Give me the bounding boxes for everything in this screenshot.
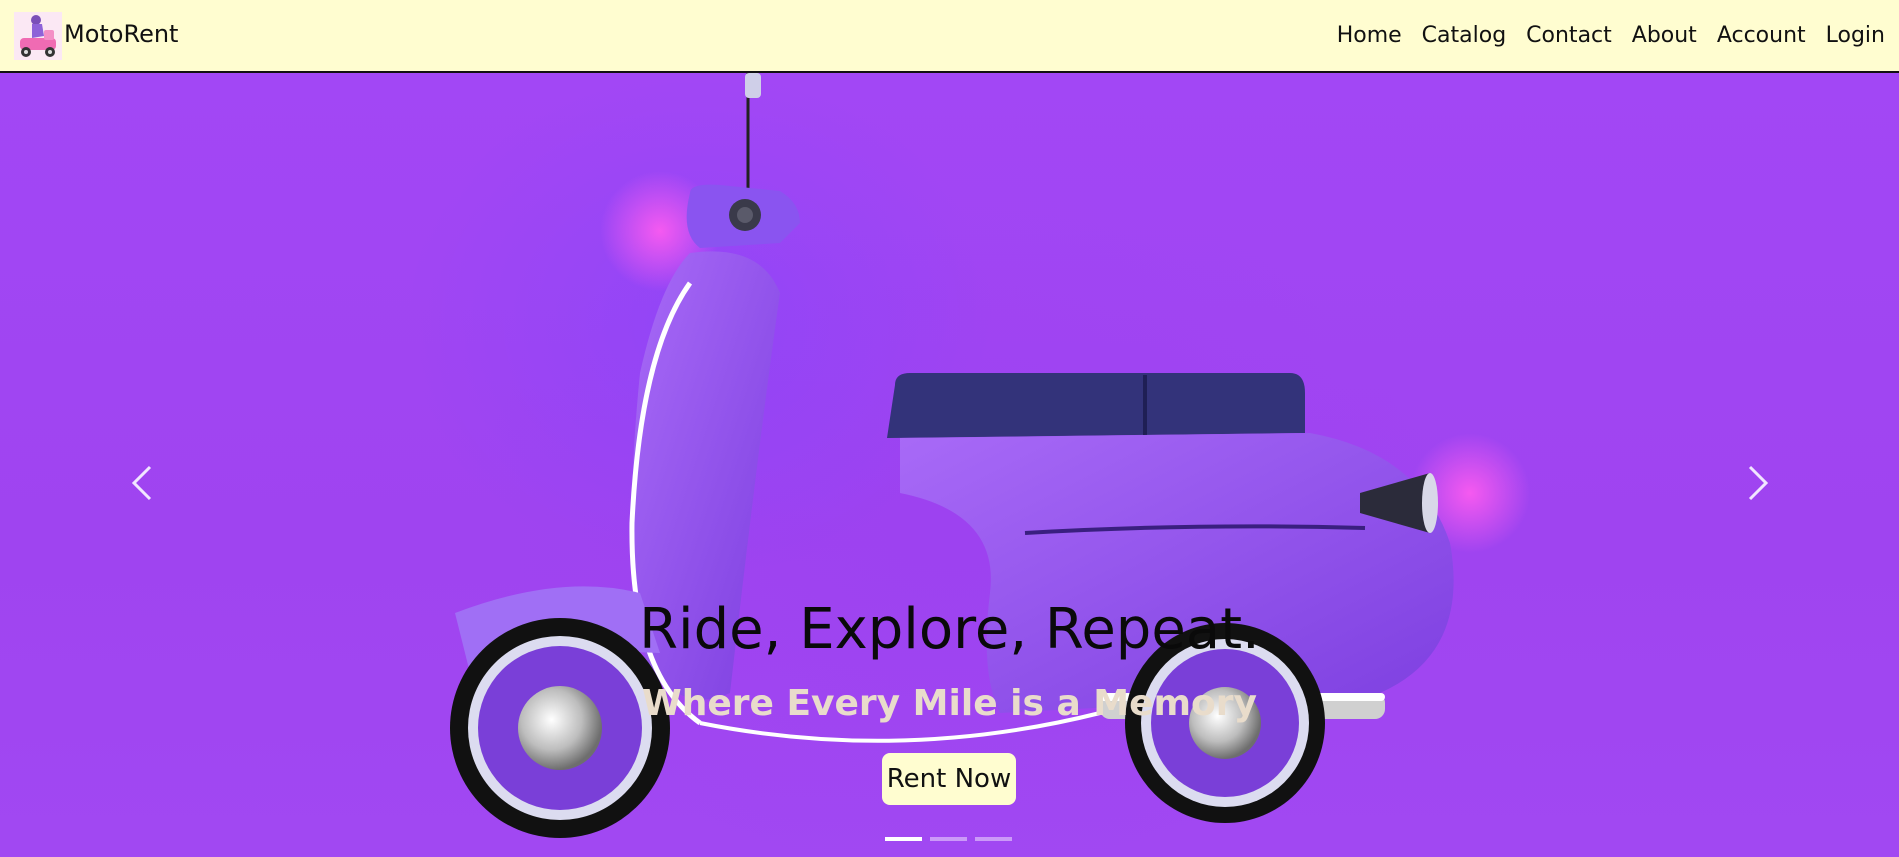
nav-catalog[interactable]: Catalog bbox=[1422, 23, 1507, 48]
nav-contact[interactable]: Contact bbox=[1526, 23, 1612, 48]
chevron-left-icon[interactable] bbox=[122, 453, 162, 513]
brand[interactable]: MotoRent bbox=[14, 6, 178, 66]
hero-title: Ride, Explore, Repeat. bbox=[639, 597, 1260, 662]
brand-name: MotoRent bbox=[64, 19, 179, 48]
nav-home[interactable]: Home bbox=[1337, 23, 1402, 48]
carousel-indicator-3[interactable] bbox=[975, 837, 1012, 841]
hero-carousel: Ride, Explore, Repeat. Where Every Mile … bbox=[0, 73, 1899, 857]
chevron-right-icon[interactable] bbox=[1738, 453, 1778, 513]
carousel-indicators bbox=[885, 837, 1012, 841]
nav-about[interactable]: About bbox=[1632, 23, 1697, 48]
rent-now-button[interactable]: Rent Now bbox=[882, 753, 1016, 805]
nav-login[interactable]: Login bbox=[1826, 23, 1885, 48]
navbar: MotoRent Home Catalog Contact About Acco… bbox=[0, 0, 1899, 73]
hero-subtitle: Where Every Mile is a Memory bbox=[642, 683, 1257, 724]
scooter-rider-logo bbox=[14, 11, 62, 60]
carousel-indicator-1[interactable] bbox=[885, 837, 922, 841]
nav-links: Home Catalog Contact About Account Login bbox=[1337, 23, 1885, 48]
nav-account[interactable]: Account bbox=[1717, 23, 1806, 48]
scooter-image bbox=[450, 73, 1530, 838]
carousel-indicator-2[interactable] bbox=[930, 837, 967, 841]
